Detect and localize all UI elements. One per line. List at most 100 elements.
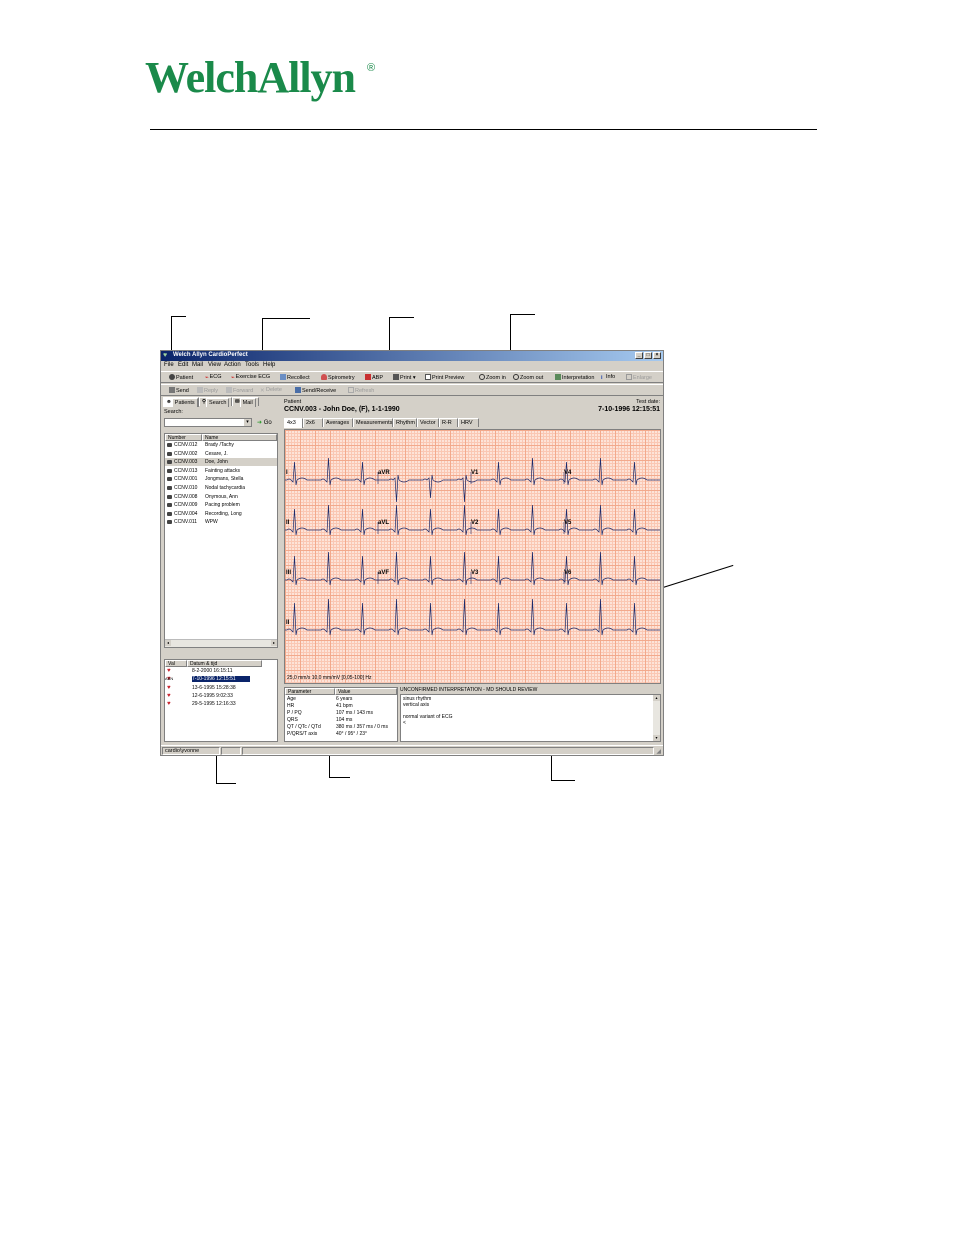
patient-row[interactable]: CCNV.009 Pacing problem: [165, 501, 277, 509]
menu-tools[interactable]: Tools: [245, 362, 259, 368]
scroll-up-icon[interactable]: ▴: [653, 695, 660, 701]
patient-number: CCNV.004: [174, 510, 198, 517]
exam-row[interactable]: ♥ 13-6-1995 15:28:38: [165, 685, 277, 691]
go-button[interactable]: ➜ Go: [257, 419, 272, 426]
window-title: Welch Allyn CardioPerfect: [173, 352, 248, 358]
patient-button[interactable]: Patient: [169, 374, 193, 381]
test-date-label: Test date:: [636, 399, 660, 405]
patient-name: Doe, John: [205, 459, 228, 466]
zoom-in-button[interactable]: Zoom in: [479, 374, 506, 381]
ecg-button[interactable]: ⌁ECG: [205, 374, 222, 381]
tab-2x6[interactable]: 2x6: [303, 418, 323, 427]
abp-icon: [365, 374, 371, 380]
patient-row[interactable]: CCNV.008 Onymous, Ann: [165, 493, 277, 501]
column-header-value[interactable]: Value: [335, 688, 397, 695]
patient-row[interactable]: CCNV.003 Doe, John: [165, 458, 277, 467]
column-header-name[interactable]: Name: [202, 434, 277, 441]
column-header-parameter[interactable]: Parameter: [285, 688, 335, 695]
exercise-ecg-button[interactable]: ⌁Exercise ECG: [231, 374, 270, 381]
delete-button[interactable]: ✕Delete: [260, 387, 282, 394]
horizontal-scrollbar[interactable]: ◂ ▸: [165, 639, 277, 647]
lead-label-v1: V1: [471, 470, 479, 476]
menu-view[interactable]: View: [208, 362, 221, 368]
refresh-button[interactable]: Refresh: [348, 387, 374, 394]
print-button[interactable]: Print ▾: [393, 374, 416, 381]
menu-help[interactable]: Help: [263, 362, 275, 368]
parameter-value: 107 ms / 143 ms: [336, 710, 373, 716]
ecg-trace-row-1: [285, 457, 660, 503]
lead-label-v5: V5: [564, 520, 572, 526]
tab-4x3[interactable]: 4x3: [284, 418, 303, 428]
lead-label-ii: II: [286, 520, 290, 526]
menu-file[interactable]: File: [164, 362, 174, 368]
patient-record-icon: [167, 468, 172, 473]
scroll-left-icon[interactable]: ◂: [165, 640, 171, 646]
heart-icon: ♥: [167, 701, 171, 708]
lead-label-v2: V2: [471, 520, 479, 526]
print-preview-button[interactable]: Print Preview: [425, 374, 464, 381]
tab-vector[interactable]: Vector: [417, 418, 439, 427]
send-receive-button[interactable]: Send/Receive: [295, 387, 336, 394]
scroll-right-icon[interactable]: ▸: [271, 640, 277, 646]
zoom-out-button[interactable]: Zoom out: [513, 374, 543, 381]
recollect-button[interactable]: Recollect: [280, 374, 310, 381]
abp-button[interactable]: ABP: [365, 374, 383, 381]
patient-row[interactable]: CCNV.013 Fainting attacks: [165, 467, 277, 475]
tab-hrv[interactable]: HRV: [458, 418, 479, 427]
exam-datetime: 12-6-1995 9:02:33: [192, 692, 233, 699]
chevron-down-icon[interactable]: ▾: [244, 419, 251, 426]
tab-averages[interactable]: Averages: [323, 418, 353, 427]
vertical-scrollbar[interactable]: ▴ ▾: [653, 695, 660, 741]
tab-rr[interactable]: R-R: [439, 418, 458, 427]
tab-mail[interactable]: ✉ Mail: [232, 397, 259, 407]
patient-row[interactable]: CCNV.011 WPW: [165, 518, 277, 526]
maximize-button[interactable]: □: [644, 352, 652, 359]
patient-row[interactable]: CCNV.012 Brady /Tachy: [165, 441, 277, 449]
column-header-number[interactable]: Number: [165, 434, 202, 441]
exam-row[interactable]: ♥ 29-5-1995 12:16:33: [165, 701, 277, 707]
tab-measurements[interactable]: Measurements: [353, 418, 393, 427]
interpretation-button[interactable]: Interpretation: [555, 374, 594, 381]
forward-button[interactable]: Forward: [226, 387, 253, 394]
app-icon: ♥: [163, 352, 168, 359]
lead-label-avl: aVL: [378, 520, 390, 526]
patient-row[interactable]: CCNV.004 Recording, Long: [165, 510, 277, 518]
scroll-down-icon[interactable]: ▾: [653, 735, 660, 741]
title-bar[interactable]: ♥ Welch Allyn CardioPerfect _ □ ×: [161, 351, 663, 361]
menu-action[interactable]: Action: [224, 362, 241, 368]
minimize-button[interactable]: _: [635, 352, 643, 359]
patient-row[interactable]: CCNV.002 Cesare, J.: [165, 450, 277, 458]
resize-grip-icon[interactable]: ◢: [656, 748, 661, 755]
delete-icon: ✕: [260, 388, 265, 394]
print-preview-icon: [425, 374, 431, 380]
search-combo[interactable]: ▾: [164, 418, 252, 427]
info-button[interactable]: i Info: [601, 374, 615, 381]
column-header-val[interactable]: Val: [165, 660, 187, 667]
send-button[interactable]: Send: [169, 387, 189, 394]
patient-row[interactable]: CCNV.010 Nodal tachycardia: [165, 484, 277, 492]
tab-search[interactable]: ⚲ Search: [199, 397, 232, 407]
exam-row[interactable]: ♥ ABN 7-10-1996 12:15:51: [165, 676, 277, 683]
column-header-datetime[interactable]: Datum & tijd: [187, 660, 262, 667]
patient-row[interactable]: CCNV.001 Jongmans, Stella: [165, 475, 277, 483]
ecg-settings-footer: 25,0 mm/s 10,0 mm/mV [0,05-100] Hz: [287, 675, 372, 681]
logo-text: WelchAllyn: [145, 53, 356, 102]
patient-record-icon: [167, 451, 172, 456]
patient-record-icon: [167, 511, 172, 516]
parameter-name: Age: [287, 696, 296, 702]
reply-button[interactable]: Reply: [197, 387, 218, 394]
parameter-name: P / PQ: [287, 710, 302, 716]
tab-patients[interactable]: ☻ Patients: [163, 397, 199, 407]
exam-row[interactable]: ♥ 12-6-1995 9:02:33: [165, 693, 277, 699]
enlarge-button[interactable]: Enlarge: [626, 374, 652, 381]
interpretation-text[interactable]: sinus rhythm vertical axis normal variant …: [400, 694, 661, 742]
tab-rhythm[interactable]: Rhythm: [393, 418, 417, 427]
menu-edit[interactable]: Edit: [178, 362, 188, 368]
spirometry-button[interactable]: Spirometry: [321, 374, 355, 381]
exam-row[interactable]: ♥ 8-2-2000 16:15:11: [165, 668, 277, 674]
close-button[interactable]: ×: [653, 352, 661, 359]
ecg-display[interactable]: I aVR V1 V4 II aVL V2 V5 III aVF V3 V6 I…: [284, 429, 661, 684]
menu-mail[interactable]: Mail: [192, 362, 203, 368]
patient-record-icon: [167, 460, 172, 465]
interpretation-lines: sinus rhythm vertical axis normal variant …: [401, 695, 660, 727]
